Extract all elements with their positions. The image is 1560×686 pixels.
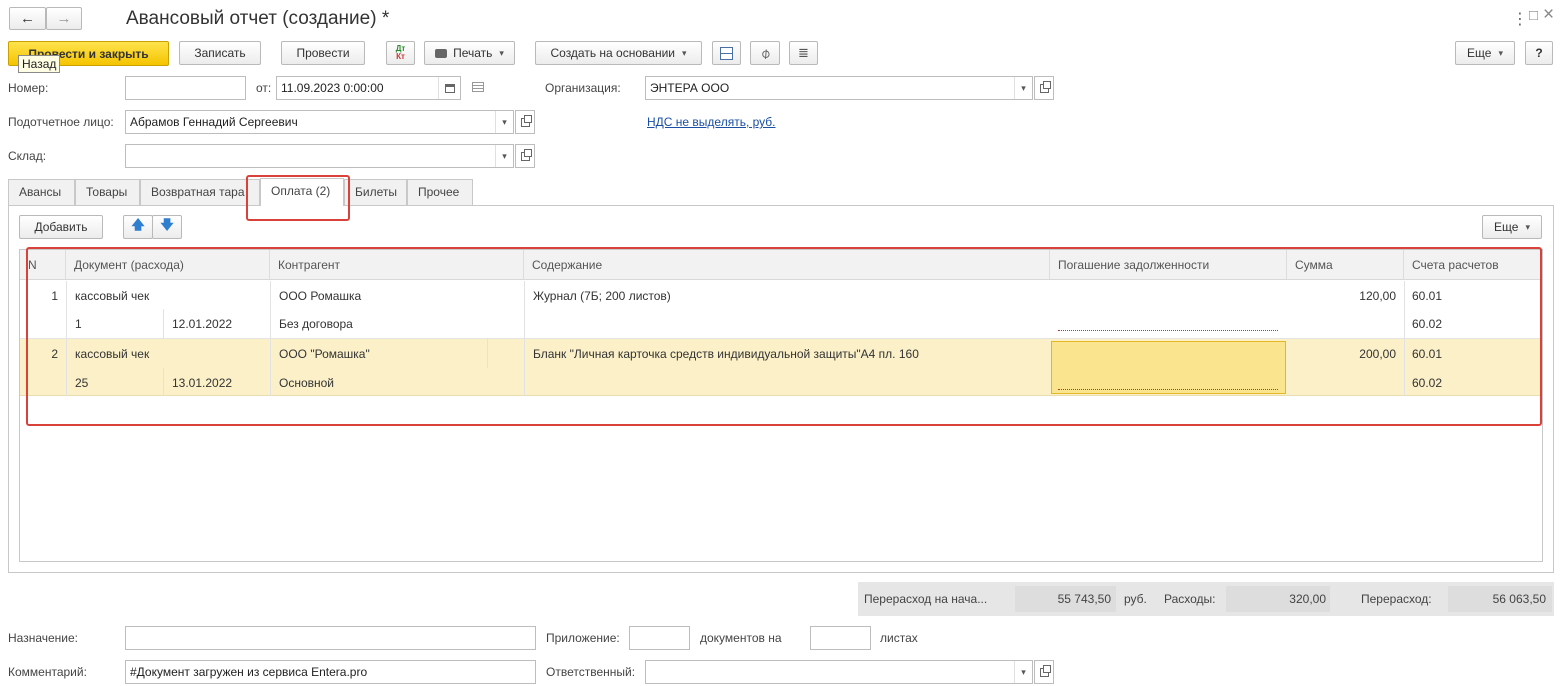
paperclip-icon: ⌀	[756, 43, 774, 62]
accountable-person-input[interactable]: Абрамов Геннадий Сергеевич ▾	[125, 110, 514, 134]
post-button[interactable]: Провести	[281, 41, 365, 65]
currency-label: руб.	[1124, 592, 1147, 606]
tab-returnable-containers[interactable]: Возвратная тара	[140, 179, 260, 205]
more-button[interactable]: Еще	[1455, 41, 1515, 65]
structure-button[interactable]	[712, 41, 741, 65]
list-button[interactable]: ≣	[789, 41, 818, 65]
arrow-right-icon: →	[56, 10, 72, 27]
arrow-up-icon: 🡅	[131, 217, 145, 232]
save-button[interactable]: Записать	[179, 41, 261, 65]
back-button[interactable]: ←	[9, 7, 46, 30]
attachment-input[interactable]	[629, 626, 690, 650]
window-title: Авансовый отчет (создание) *	[126, 8, 390, 29]
chevron-down-icon[interactable]: ▾	[495, 111, 513, 133]
overspend-value: 56 063,50	[1492, 592, 1546, 606]
add-row-button[interactable]: Добавить	[19, 215, 103, 239]
chevron-down-icon[interactable]: ▾	[1014, 661, 1032, 683]
overspend-start-value: 55 743,50	[1057, 592, 1111, 606]
arrow-left-icon: ←	[20, 10, 35, 27]
fullscreen-icon[interactable]: □	[1529, 7, 1538, 24]
table-highlight-frame	[26, 247, 1542, 426]
organization-open-button[interactable]	[1034, 76, 1054, 100]
date-input[interactable]: 11.09.2023 0:00:00	[276, 76, 461, 100]
organization-label: Организация:	[545, 81, 621, 95]
tab-highlight-frame	[246, 175, 350, 221]
table-more-button[interactable]: Еще	[1482, 215, 1542, 239]
forward-button[interactable]: →	[46, 7, 82, 30]
open-icon	[1039, 664, 1051, 677]
expenses-label: Расходы:	[1164, 592, 1216, 606]
responsible-input[interactable]: ▾	[645, 660, 1033, 684]
back-tooltip: Назад	[18, 55, 61, 73]
tab-advances[interactable]: Авансы	[8, 179, 75, 205]
calendar-icon[interactable]	[438, 77, 460, 99]
create-based-on-button[interactable]: Создать на основании	[535, 41, 702, 65]
printer-icon	[435, 48, 448, 58]
comment-icon[interactable]	[472, 82, 484, 92]
warehouse-label: Склад:	[8, 149, 47, 163]
purpose-label: Назначение:	[8, 631, 79, 645]
accountable-person-open-button[interactable]	[515, 110, 535, 134]
number-input[interactable]	[125, 76, 246, 100]
overspend-start-label: Перерасход на нача...	[864, 592, 988, 606]
tab-other[interactable]: Прочее	[407, 179, 473, 205]
organization-input[interactable]: ЭНТЕРА ООО ▾	[645, 76, 1033, 100]
print-button[interactable]: Печать	[424, 41, 515, 65]
arrow-down-icon: 🡇	[160, 217, 174, 232]
help-button[interactable]: ?	[1525, 41, 1553, 65]
documents-on-label: документов на	[700, 631, 782, 645]
expenses-value: 320,00	[1289, 592, 1326, 606]
attachment-label: Приложение:	[546, 631, 620, 645]
tab-tickets[interactable]: Билеты	[344, 179, 407, 205]
list-icon: ≣	[798, 45, 809, 60]
warehouse-open-button[interactable]	[515, 144, 535, 168]
overspend-label: Перерасход:	[1361, 592, 1432, 606]
warehouse-input[interactable]: ▾	[125, 144, 514, 168]
move-up-button[interactable]: 🡅	[123, 215, 153, 239]
dt-kt-button[interactable]: Дт Кт	[386, 41, 415, 65]
close-icon[interactable]: ×	[1543, 4, 1554, 26]
responsible-label: Ответственный:	[546, 665, 636, 679]
date-label: от:	[256, 81, 272, 95]
move-down-button[interactable]: 🡇	[152, 215, 182, 239]
chevron-down-icon[interactable]: ▾	[495, 145, 513, 167]
responsible-open-button[interactable]	[1034, 660, 1054, 684]
structure-icon	[720, 46, 733, 60]
purpose-input[interactable]	[125, 626, 536, 650]
tab-goods[interactable]: Товары	[75, 179, 140, 205]
comment-label: Комментарий:	[8, 665, 87, 679]
open-icon	[520, 114, 532, 127]
comment-input[interactable]: #Документ загружен из сервиса Entera.pro	[125, 660, 536, 684]
menu-dots-icon[interactable]: ⋮	[1512, 9, 1528, 29]
sheets-input[interactable]	[810, 626, 871, 650]
sheets-label: листах	[880, 631, 918, 645]
vat-link[interactable]: НДС не выделять, руб.	[647, 111, 776, 133]
accountable-person-label: Подотчетное лицо:	[8, 115, 114, 129]
open-icon	[520, 148, 532, 161]
chevron-down-icon[interactable]: ▾	[1014, 77, 1032, 99]
open-icon	[1039, 80, 1051, 93]
attach-button[interactable]: ⌀	[750, 41, 780, 65]
number-label: Номер:	[8, 81, 49, 95]
